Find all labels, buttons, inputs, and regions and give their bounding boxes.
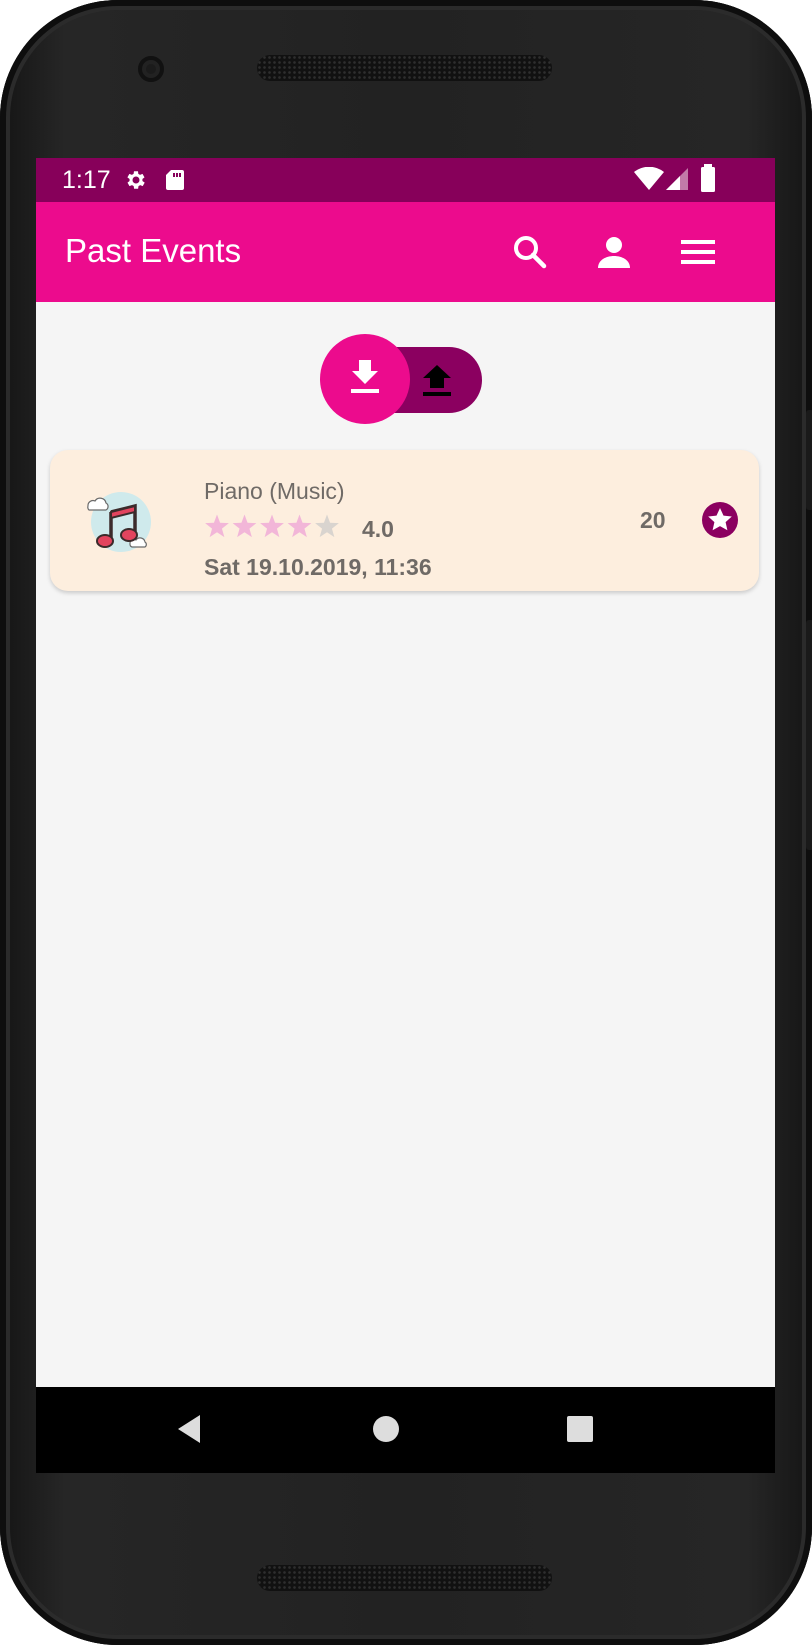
- upload-icon: [423, 365, 451, 396]
- wifi-icon: [634, 166, 664, 196]
- account-button[interactable]: [594, 232, 634, 272]
- home-icon: [373, 1416, 399, 1442]
- back-button[interactable]: [170, 1409, 210, 1449]
- recents-icon: [567, 1416, 593, 1442]
- signal-icon: [666, 167, 690, 196]
- screen: 1:17 Past Events Piano (Music) 4.0 Sat 1…: [36, 158, 775, 1473]
- star-filled-icon: [260, 514, 284, 538]
- star-empty-icon: [315, 514, 339, 538]
- volume-button: [806, 410, 812, 510]
- rating-value: 4.0: [362, 516, 394, 542]
- app-bar: Past Events: [36, 202, 775, 302]
- bottom-speaker: [257, 1565, 552, 1591]
- settings-icon: [124, 168, 148, 197]
- event-name: Piano (Music): [204, 478, 345, 504]
- front-camera: [138, 56, 164, 82]
- rating-stars: [204, 512, 344, 542]
- recents-button[interactable]: [560, 1409, 600, 1449]
- top-speaker: [257, 55, 552, 81]
- music-note-icon: [82, 486, 156, 558]
- star-filled-icon: [205, 514, 229, 538]
- sd-card-icon: [164, 168, 186, 197]
- search-button[interactable]: [510, 232, 550, 272]
- account-icon: [598, 237, 630, 268]
- favorite-button[interactable]: [701, 501, 739, 539]
- star-filled-icon: [287, 514, 312, 538]
- event-card[interactable]: Piano (Music) 4.0 Sat 19.10.2019, 11:36 …: [50, 450, 759, 591]
- star-filled-icon: [232, 514, 257, 538]
- home-button[interactable]: [366, 1409, 406, 1449]
- star-badge-icon: [702, 502, 738, 538]
- page-title: Past Events: [65, 232, 242, 269]
- download-toggle-option[interactable]: [320, 334, 410, 424]
- status-time: 1:17: [62, 166, 111, 194]
- power-button: [806, 620, 812, 850]
- status-bar: 1:17: [36, 158, 775, 202]
- sync-toggle: [320, 334, 490, 426]
- back-icon: [178, 1415, 200, 1443]
- menu-icon: [681, 240, 715, 264]
- menu-button[interactable]: [678, 232, 718, 272]
- participant-count: 20: [640, 507, 666, 533]
- search-icon: [514, 236, 547, 269]
- download-icon: [351, 360, 379, 393]
- system-nav-bar: [36, 1387, 775, 1473]
- battery-icon: [700, 164, 716, 197]
- event-date: Sat 19.10.2019, 11:36: [204, 554, 432, 580]
